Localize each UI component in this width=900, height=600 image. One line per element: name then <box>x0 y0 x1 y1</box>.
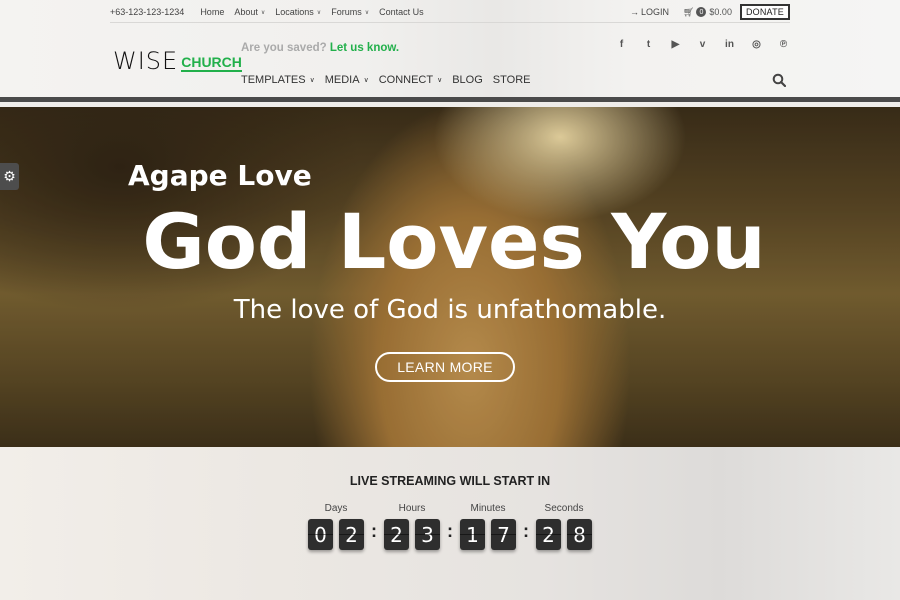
digit: 1 <box>460 519 485 550</box>
nav-label: BLOG <box>452 74 483 86</box>
countdown-hours: Hours 23 <box>381 503 443 550</box>
chevron-down-icon: ∨ <box>437 77 443 84</box>
top-link-contact[interactable]: Contact Us <box>379 7 424 17</box>
facebook-icon[interactable]: f <box>608 39 635 50</box>
unit-label: Seconds <box>544 503 584 514</box>
separator: : <box>371 521 377 541</box>
top-link-label: Forums <box>331 7 362 17</box>
youtube-icon[interactable]: ▶ <box>662 39 689 50</box>
top-link-about[interactable]: About ∨ <box>234 7 265 17</box>
top-bar: +63-123-123-1234 Home About ∨ Locations ∨ … <box>110 4 790 20</box>
unit-label: Minutes <box>470 503 506 514</box>
hero-banner: ⚙ Agape Love God Loves You The love of G… <box>0 107 900 447</box>
nav-label: MEDIA <box>324 74 360 86</box>
nav-label: CONNECT <box>378 74 434 86</box>
countdown-days: Days 02 <box>305 503 367 550</box>
nav-label: STORE <box>492 74 531 86</box>
top-link-label: Contact Us <box>379 7 424 17</box>
search-icon[interactable] <box>772 73 788 89</box>
cart-count-badge: 0 <box>696 7 707 17</box>
chevron-down-icon: ∨ <box>363 77 369 84</box>
top-link-forums[interactable]: Forums ∨ <box>331 7 369 17</box>
tagline-cta-link[interactable]: Let us know. <box>330 42 399 54</box>
logo-wise: WISE <box>113 47 179 75</box>
hero-kicker: Agape Love <box>128 159 312 192</box>
countdown-seconds: Seconds 28 <box>533 503 595 550</box>
chevron-down-icon: ∨ <box>309 77 315 84</box>
separator: : <box>523 521 529 541</box>
cart-icon: 🛒︎ <box>682 6 695 17</box>
main-nav: TEMPLATES ∨ MEDIA ∨ CONNECT ∨ BLOG STORE <box>241 74 540 86</box>
digit: 8 <box>567 519 592 550</box>
linkedin-icon[interactable]: in <box>716 39 743 50</box>
tagline-question: Are you saved? <box>241 42 327 54</box>
social-links: f t ▶ v in ◎ ℗ <box>608 39 797 50</box>
twitter-icon[interactable]: t <box>635 39 662 50</box>
logo-church: CHURCH <box>181 54 242 72</box>
vimeo-icon[interactable]: v <box>689 39 716 50</box>
nav-item-blog[interactable]: BLOG <box>452 74 483 86</box>
nav-item-store[interactable]: STORE <box>493 74 531 86</box>
top-bar-right: → LOGIN 🛒︎ 0 $0.00 DONATE <box>630 4 790 20</box>
digit: 2 <box>339 519 364 550</box>
chevron-down-icon: ∨ <box>364 9 370 16</box>
digit: 3 <box>415 519 440 550</box>
top-link-home[interactable]: Home <box>200 7 224 17</box>
phone-number: +63-123-123-1234 <box>110 7 185 17</box>
gear-icon: ⚙ <box>3 168 16 184</box>
settings-toggle[interactable]: ⚙ <box>0 163 19 190</box>
digit: 2 <box>536 519 561 550</box>
countdown-title: LIVE STREAMING WILL START IN <box>349 474 551 488</box>
cart-total: $0.00 <box>709 7 732 17</box>
learn-more-button[interactable]: LEARN MORE <box>375 352 515 382</box>
chevron-down-icon: ∨ <box>316 9 322 16</box>
top-link-label: About <box>234 7 258 17</box>
nav-item-connect[interactable]: CONNECT ∨ <box>379 74 443 86</box>
nav-label: TEMPLATES <box>241 74 306 86</box>
top-link-label: Locations <box>275 7 314 17</box>
login-link[interactable]: → LOGIN <box>630 7 669 17</box>
digit: 2 <box>384 519 409 550</box>
digit: 0 <box>308 519 333 550</box>
nav-item-media[interactable]: MEDIA ∨ <box>325 74 369 86</box>
login-label: LOGIN <box>640 7 669 17</box>
instagram-icon[interactable]: ◎ <box>743 39 770 50</box>
site-header: +63-123-123-1234 Home About ∨ Locations ∨ … <box>0 0 900 102</box>
chevron-down-icon: ∨ <box>260 9 266 16</box>
pinterest-icon[interactable]: ℗ <box>770 39 797 50</box>
divider <box>110 22 790 23</box>
tagline: Are you saved? Let us know. <box>241 42 399 54</box>
sign-in-icon: → <box>629 7 639 17</box>
countdown-section: LIVE STREAMING WILL START IN Days 02 : H… <box>0 447 900 600</box>
hero-subtitle: The love of God is unfathomable. <box>233 295 667 325</box>
hero-title: God Loves You <box>142 197 766 286</box>
separator: : <box>447 521 453 541</box>
top-link-locations[interactable]: Locations ∨ <box>275 7 321 17</box>
unit-label: Hours <box>398 503 426 514</box>
digit: 7 <box>491 519 516 550</box>
top-link-label: Home <box>200 7 225 17</box>
unit-label: Days <box>324 503 348 514</box>
nav-item-templates[interactable]: TEMPLATES ∨ <box>241 74 315 86</box>
site-logo[interactable]: WISE CHURCH <box>113 47 242 75</box>
countdown-timer: Days 02 : Hours 23 : Minutes 17 : Second… <box>305 503 595 550</box>
cart-link[interactable]: 🛒︎ 0 $0.00 <box>683 7 732 18</box>
countdown-minutes: Minutes 17 <box>457 503 519 550</box>
donate-button[interactable]: DONATE <box>739 4 790 20</box>
